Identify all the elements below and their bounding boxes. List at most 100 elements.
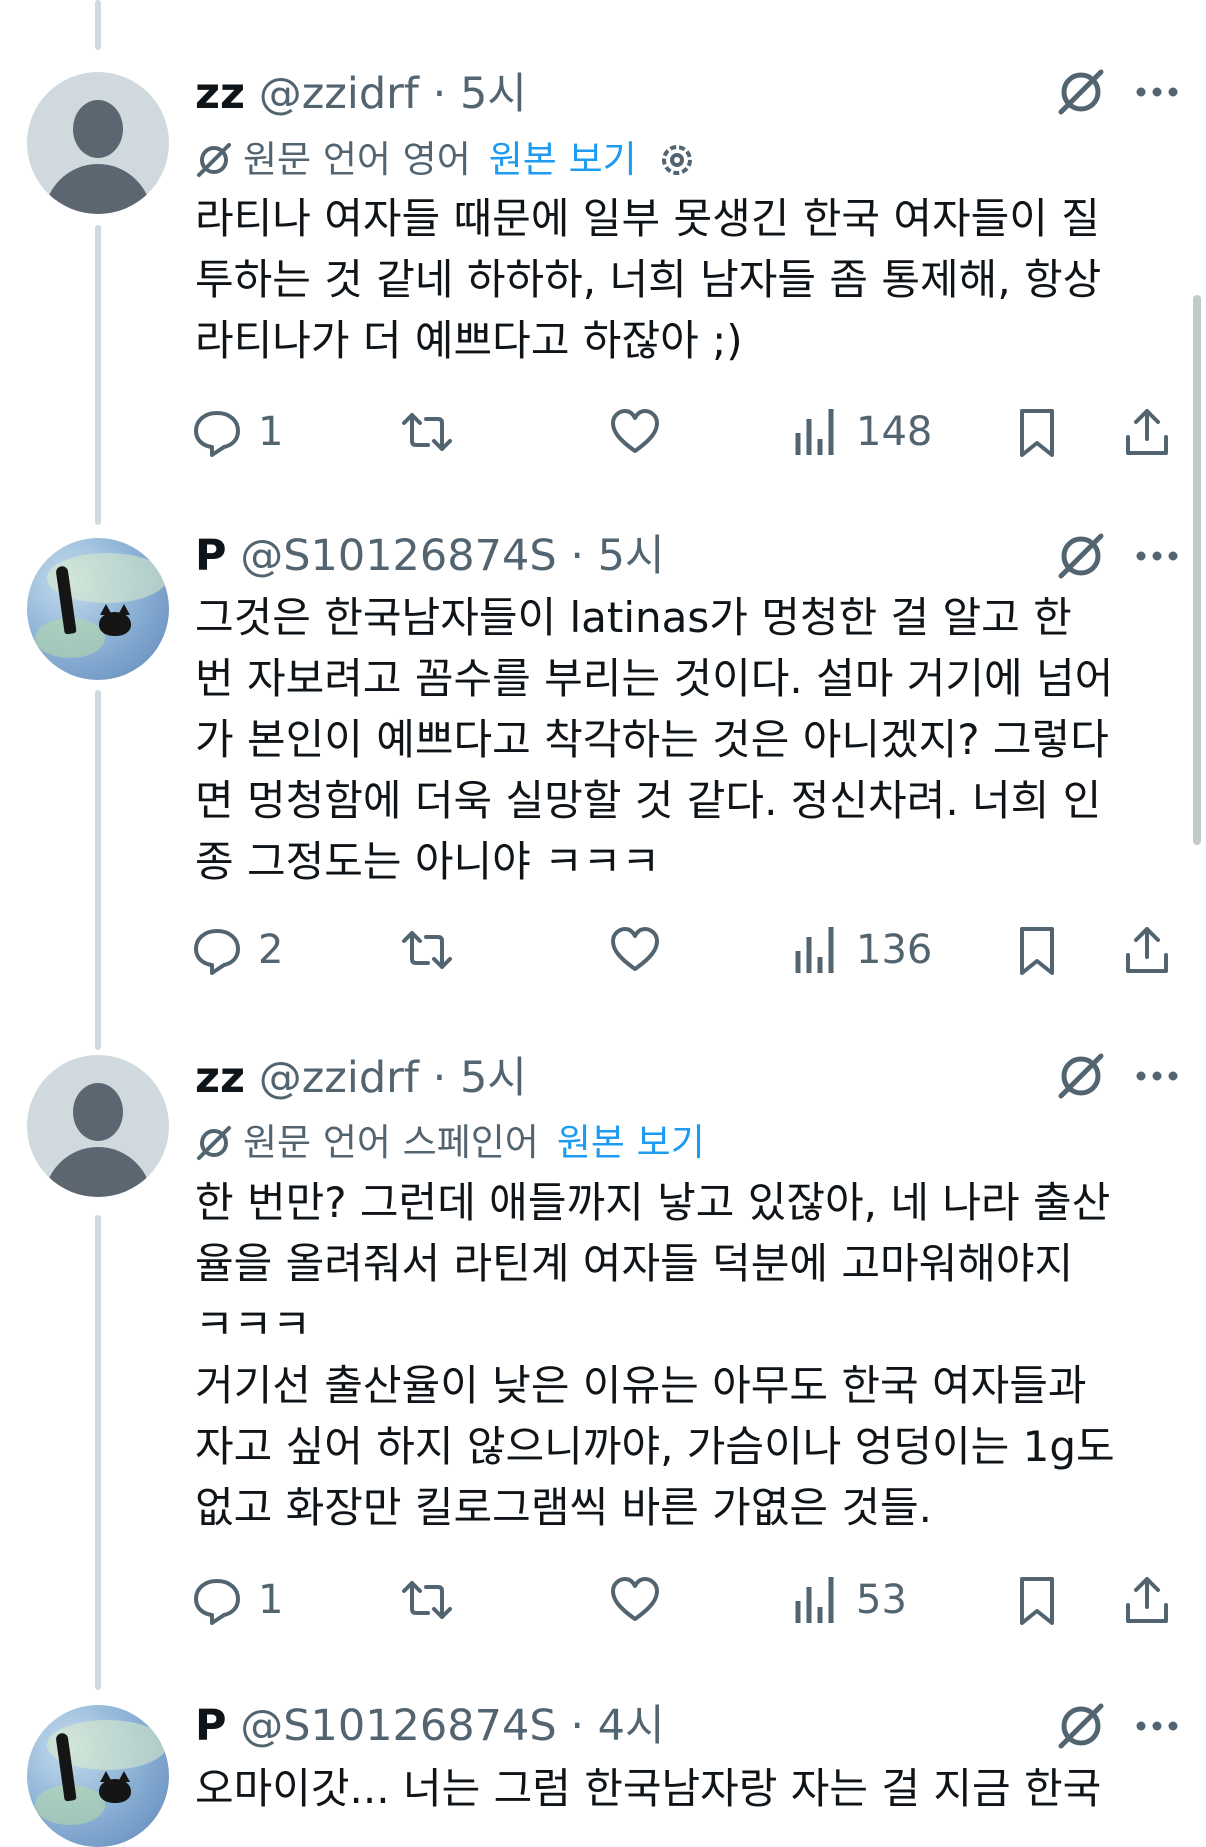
bookmark-icon xyxy=(1020,1577,1054,1625)
display-name[interactable]: zz xyxy=(195,69,245,119)
share-button[interactable] xyxy=(1120,402,1174,462)
reply-bubble-icon xyxy=(194,929,240,975)
share-upload-icon xyxy=(1126,409,1168,455)
show-original-link[interactable]: 원본 보기 xyxy=(557,1118,705,1168)
tweet-text-line: 거기선 출산율이 낮은 이유는 아무도 한국 여자들과 xyxy=(195,1361,1087,1410)
tweet-text-line: 번 자보려고 꼼수를 부리는 것이다. 설마 거기에 넘어 xyxy=(195,654,1114,703)
reply-button[interactable]: 1 xyxy=(190,1570,283,1630)
translate-slash-icon xyxy=(197,143,231,177)
translation-label: 원문 언어 스페인어 xyxy=(243,1121,539,1164)
timestamp[interactable]: 5시 xyxy=(460,69,527,119)
retweet-icon xyxy=(402,931,452,969)
action-bar: 1 53 xyxy=(190,1570,1190,1630)
like-button[interactable] xyxy=(608,1570,662,1630)
avatar[interactable] xyxy=(27,538,169,680)
separator-dot: · xyxy=(432,1053,447,1103)
share-upload-icon xyxy=(1126,1577,1168,1623)
display-name[interactable]: P xyxy=(195,1701,227,1751)
tweet-header: P @S10126874S · 4시 xyxy=(195,1700,665,1752)
retweet-button[interactable] xyxy=(400,402,454,462)
timestamp[interactable]: 5시 xyxy=(598,531,665,581)
bookmark-button[interactable] xyxy=(1010,920,1064,980)
avatar[interactable] xyxy=(27,1055,169,1197)
bookmark-button[interactable] xyxy=(1010,1570,1064,1630)
tweet-text-line: 그것은 한국남자들이 latinas가 멍청한 걸 알고 한 xyxy=(195,593,1072,642)
tweet-text-line: 율을 올려줘서 라틴계 여자들 덕분에 고마워해야지 xyxy=(195,1239,1074,1288)
views-button[interactable]: 53 xyxy=(788,1570,907,1630)
action-bar: 1 148 xyxy=(190,402,1190,462)
heart-icon xyxy=(611,409,659,453)
views-button[interactable]: 148 xyxy=(788,402,932,462)
reply-bubble-icon xyxy=(194,411,240,457)
tweet-text-line: 없고 화장만 킬로그램씩 바른 가엾은 것들. xyxy=(195,1483,932,1532)
tweet-text-line: ㅋㅋㅋ xyxy=(195,1300,311,1349)
tweet-text-line: 오마이갓... 너는 그럼 한국남자랑 자는 걸 지금 한국 xyxy=(195,1764,1102,1813)
tweet-text-line: 라티나가 더 예쁘다고 하잖아 ;) xyxy=(195,316,743,365)
views-count: 53 xyxy=(856,1577,907,1623)
grok-icon[interactable] xyxy=(1055,66,1107,118)
heart-icon xyxy=(611,927,659,971)
more-dots-icon[interactable] xyxy=(1135,1716,1179,1736)
timestamp[interactable]: 5시 xyxy=(460,1053,527,1103)
display-name[interactable]: zz xyxy=(195,1053,245,1103)
user-handle[interactable]: @zzidrf xyxy=(259,1053,419,1103)
translate-slash-icon xyxy=(197,1126,231,1160)
tweet-text-line: 자고 싶어 하지 않으니까야, 가슴이나 엉덩이는 1g도 xyxy=(195,1422,1115,1471)
tweet-text: 한 번만? 그런데 애들까지 낳고 있잖아, 네 나라 출산 율을 올려줘서 라… xyxy=(195,1172,1195,1538)
user-handle[interactable]: @S10126874S xyxy=(240,1701,556,1751)
tweet-text-line: 한 번만? 그런데 애들까지 낳고 있잖아, 네 나라 출산 xyxy=(195,1178,1111,1227)
like-button[interactable] xyxy=(608,402,662,462)
separator-dot: · xyxy=(432,69,447,119)
tweet-text-line: 투하는 것 같네 하하하, 너희 남자들 좀 통제해, 항상 xyxy=(195,255,1102,304)
thread-line-2 xyxy=(95,690,101,1050)
tweet-header: P @S10126874S · 5시 xyxy=(195,530,665,582)
separator-dot: · xyxy=(570,531,584,581)
like-button[interactable] xyxy=(608,920,662,980)
thread-line-3 xyxy=(95,1215,101,1690)
grok-icon[interactable] xyxy=(1055,1700,1107,1752)
share-upload-icon xyxy=(1126,927,1168,973)
more-dots-icon[interactable] xyxy=(1135,82,1179,102)
views-bar-chart-icon xyxy=(795,927,834,973)
bookmark-button[interactable] xyxy=(1010,402,1064,462)
user-handle[interactable]: @S10126874S xyxy=(240,531,556,581)
tweet-text: 그것은 한국남자들이 latinas가 멍청한 걸 알고 한 번 자보려고 꼼수… xyxy=(195,587,1195,892)
retweet-icon xyxy=(402,413,452,451)
views-bar-chart-icon xyxy=(795,1577,834,1623)
reply-bubble-icon xyxy=(194,1579,240,1625)
thread-line-1 xyxy=(95,225,101,525)
grok-icon[interactable] xyxy=(1055,1050,1107,1102)
retweet-icon xyxy=(402,1581,452,1619)
views-count: 148 xyxy=(856,409,933,455)
tweet-header: zz @zzidrf · 5시 xyxy=(195,68,527,120)
tweet-text: 라티나 여자들 때문에 일부 못생긴 한국 여자들이 질 투하는 것 같네 하하… xyxy=(195,188,1195,371)
tweet-text-line: 면 멍청함에 더욱 실망할 것 같다. 정신차려. 너희 인 xyxy=(195,776,1102,825)
reply-count: 1 xyxy=(258,1577,284,1623)
share-button[interactable] xyxy=(1120,920,1174,980)
display-name[interactable]: P xyxy=(195,531,227,581)
bookmark-icon xyxy=(1020,927,1054,975)
translation-row: 원문 언어 영어 원본 보기 xyxy=(195,135,699,185)
views-button[interactable]: 136 xyxy=(788,920,932,980)
separator-dot: · xyxy=(570,1701,584,1751)
share-button[interactable] xyxy=(1120,1570,1174,1630)
heart-icon xyxy=(611,1577,659,1621)
more-dots-icon[interactable] xyxy=(1135,1066,1179,1086)
user-handle[interactable]: @zzidrf xyxy=(259,69,419,119)
retweet-button[interactable] xyxy=(400,1570,454,1630)
avatar[interactable] xyxy=(27,72,169,214)
timestamp[interactable]: 4시 xyxy=(598,1701,665,1751)
grok-icon[interactable] xyxy=(1055,530,1107,582)
tweet-text-line: 가 본인이 예쁘다고 착각하는 것은 아니겠지? 그렇다 xyxy=(195,715,1109,764)
tweet-text-line: 종 그정도는 아니야 ㅋㅋㅋ xyxy=(195,837,661,886)
views-bar-chart-icon xyxy=(795,409,834,455)
translation-row: 원문 언어 스페인어 원본 보기 xyxy=(195,1118,705,1168)
show-original-link[interactable]: 원본 보기 xyxy=(489,135,637,185)
avatar[interactable] xyxy=(27,1705,169,1847)
reply-button[interactable]: 1 xyxy=(190,402,283,462)
retweet-button[interactable] xyxy=(400,920,454,980)
reply-button[interactable]: 2 xyxy=(190,920,283,980)
reply-count: 1 xyxy=(258,409,284,455)
gear-icon[interactable] xyxy=(655,138,699,182)
more-dots-icon[interactable] xyxy=(1135,546,1179,566)
